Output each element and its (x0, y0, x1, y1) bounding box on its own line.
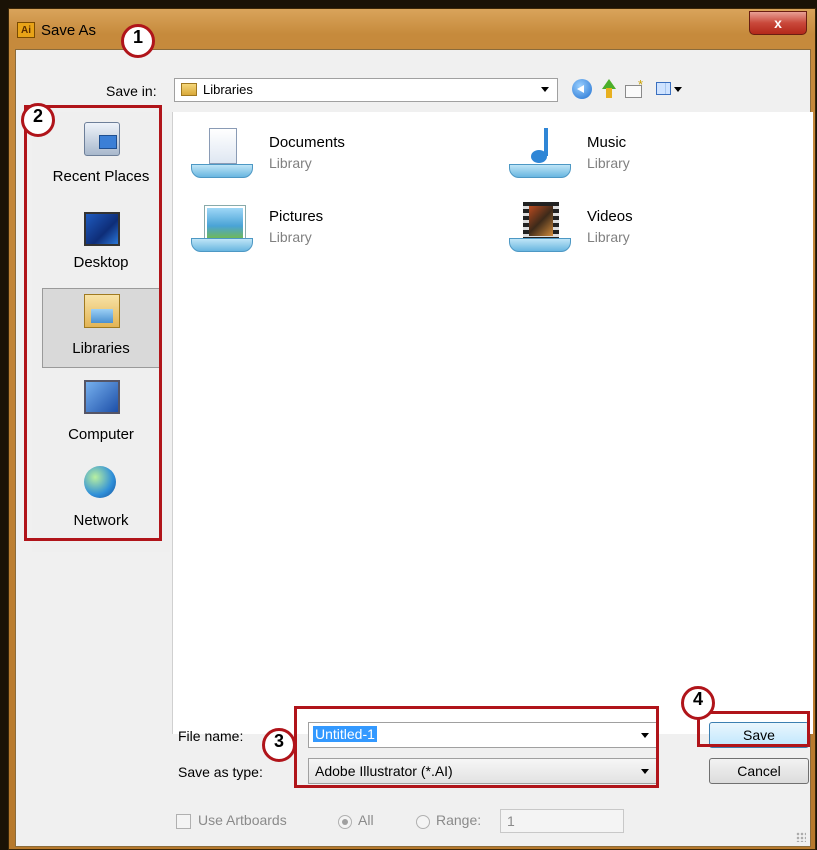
library-item-documents[interactable]: Documents Library (183, 126, 483, 186)
illustrator-app-icon: Ai (17, 22, 35, 38)
cancel-button[interactable]: Cancel (709, 758, 809, 784)
music-library-icon (509, 128, 571, 180)
range-input[interactable]: 1 (500, 809, 624, 833)
callout-2: 2 (21, 103, 55, 137)
library-type: Library (587, 155, 630, 171)
library-type: Library (269, 155, 312, 171)
use-artboards-label: Use Artboards (198, 812, 287, 828)
library-name: Documents (269, 134, 345, 151)
callout-4: 4 (681, 686, 715, 720)
view-menu-icon[interactable] (656, 79, 684, 99)
range-value: 1 (507, 813, 515, 829)
back-icon[interactable] (572, 79, 592, 99)
file-list[interactable]: Documents Library Music Library Pictures… (172, 112, 813, 734)
callout-1: 1 (121, 24, 155, 58)
library-item-music[interactable]: Music Library (501, 126, 801, 186)
pictures-library-icon (191, 202, 253, 254)
all-label: All (358, 812, 374, 828)
library-item-pictures[interactable]: Pictures Library (183, 200, 483, 260)
resize-grip[interactable] (796, 832, 806, 842)
callout-box-places (24, 105, 162, 541)
up-folder-icon[interactable] (598, 79, 618, 99)
use-artboards-checkbox[interactable] (176, 814, 191, 829)
callout-box-save (697, 711, 810, 747)
library-name: Videos (587, 208, 633, 225)
callout-3: 3 (262, 728, 296, 762)
save-as-type-label: Save as type: (178, 764, 263, 780)
library-type: Library (587, 229, 630, 245)
videos-library-icon (509, 202, 571, 254)
dialog-title: Save As (41, 22, 97, 39)
library-item-videos[interactable]: Videos Library (501, 200, 801, 260)
chevron-down-icon (541, 87, 549, 92)
close-button[interactable]: x (749, 11, 807, 35)
all-radio[interactable] (338, 815, 352, 829)
new-folder-icon[interactable] (624, 77, 644, 99)
library-name: Pictures (269, 208, 324, 225)
library-name: Music (587, 134, 627, 151)
documents-library-icon (191, 128, 253, 180)
range-label: Range: (436, 812, 482, 828)
callout-box-file-fields (294, 706, 659, 788)
close-icon: x (774, 15, 782, 31)
library-type: Library (269, 229, 312, 245)
range-radio[interactable] (416, 815, 430, 829)
save-in-dropdown[interactable]: Libraries (174, 78, 558, 102)
save-in-label: Save in: (106, 83, 157, 99)
save-in-value: Libraries (203, 82, 253, 97)
file-name-label: File name: (178, 728, 244, 744)
libraries-folder-icon (181, 83, 197, 96)
